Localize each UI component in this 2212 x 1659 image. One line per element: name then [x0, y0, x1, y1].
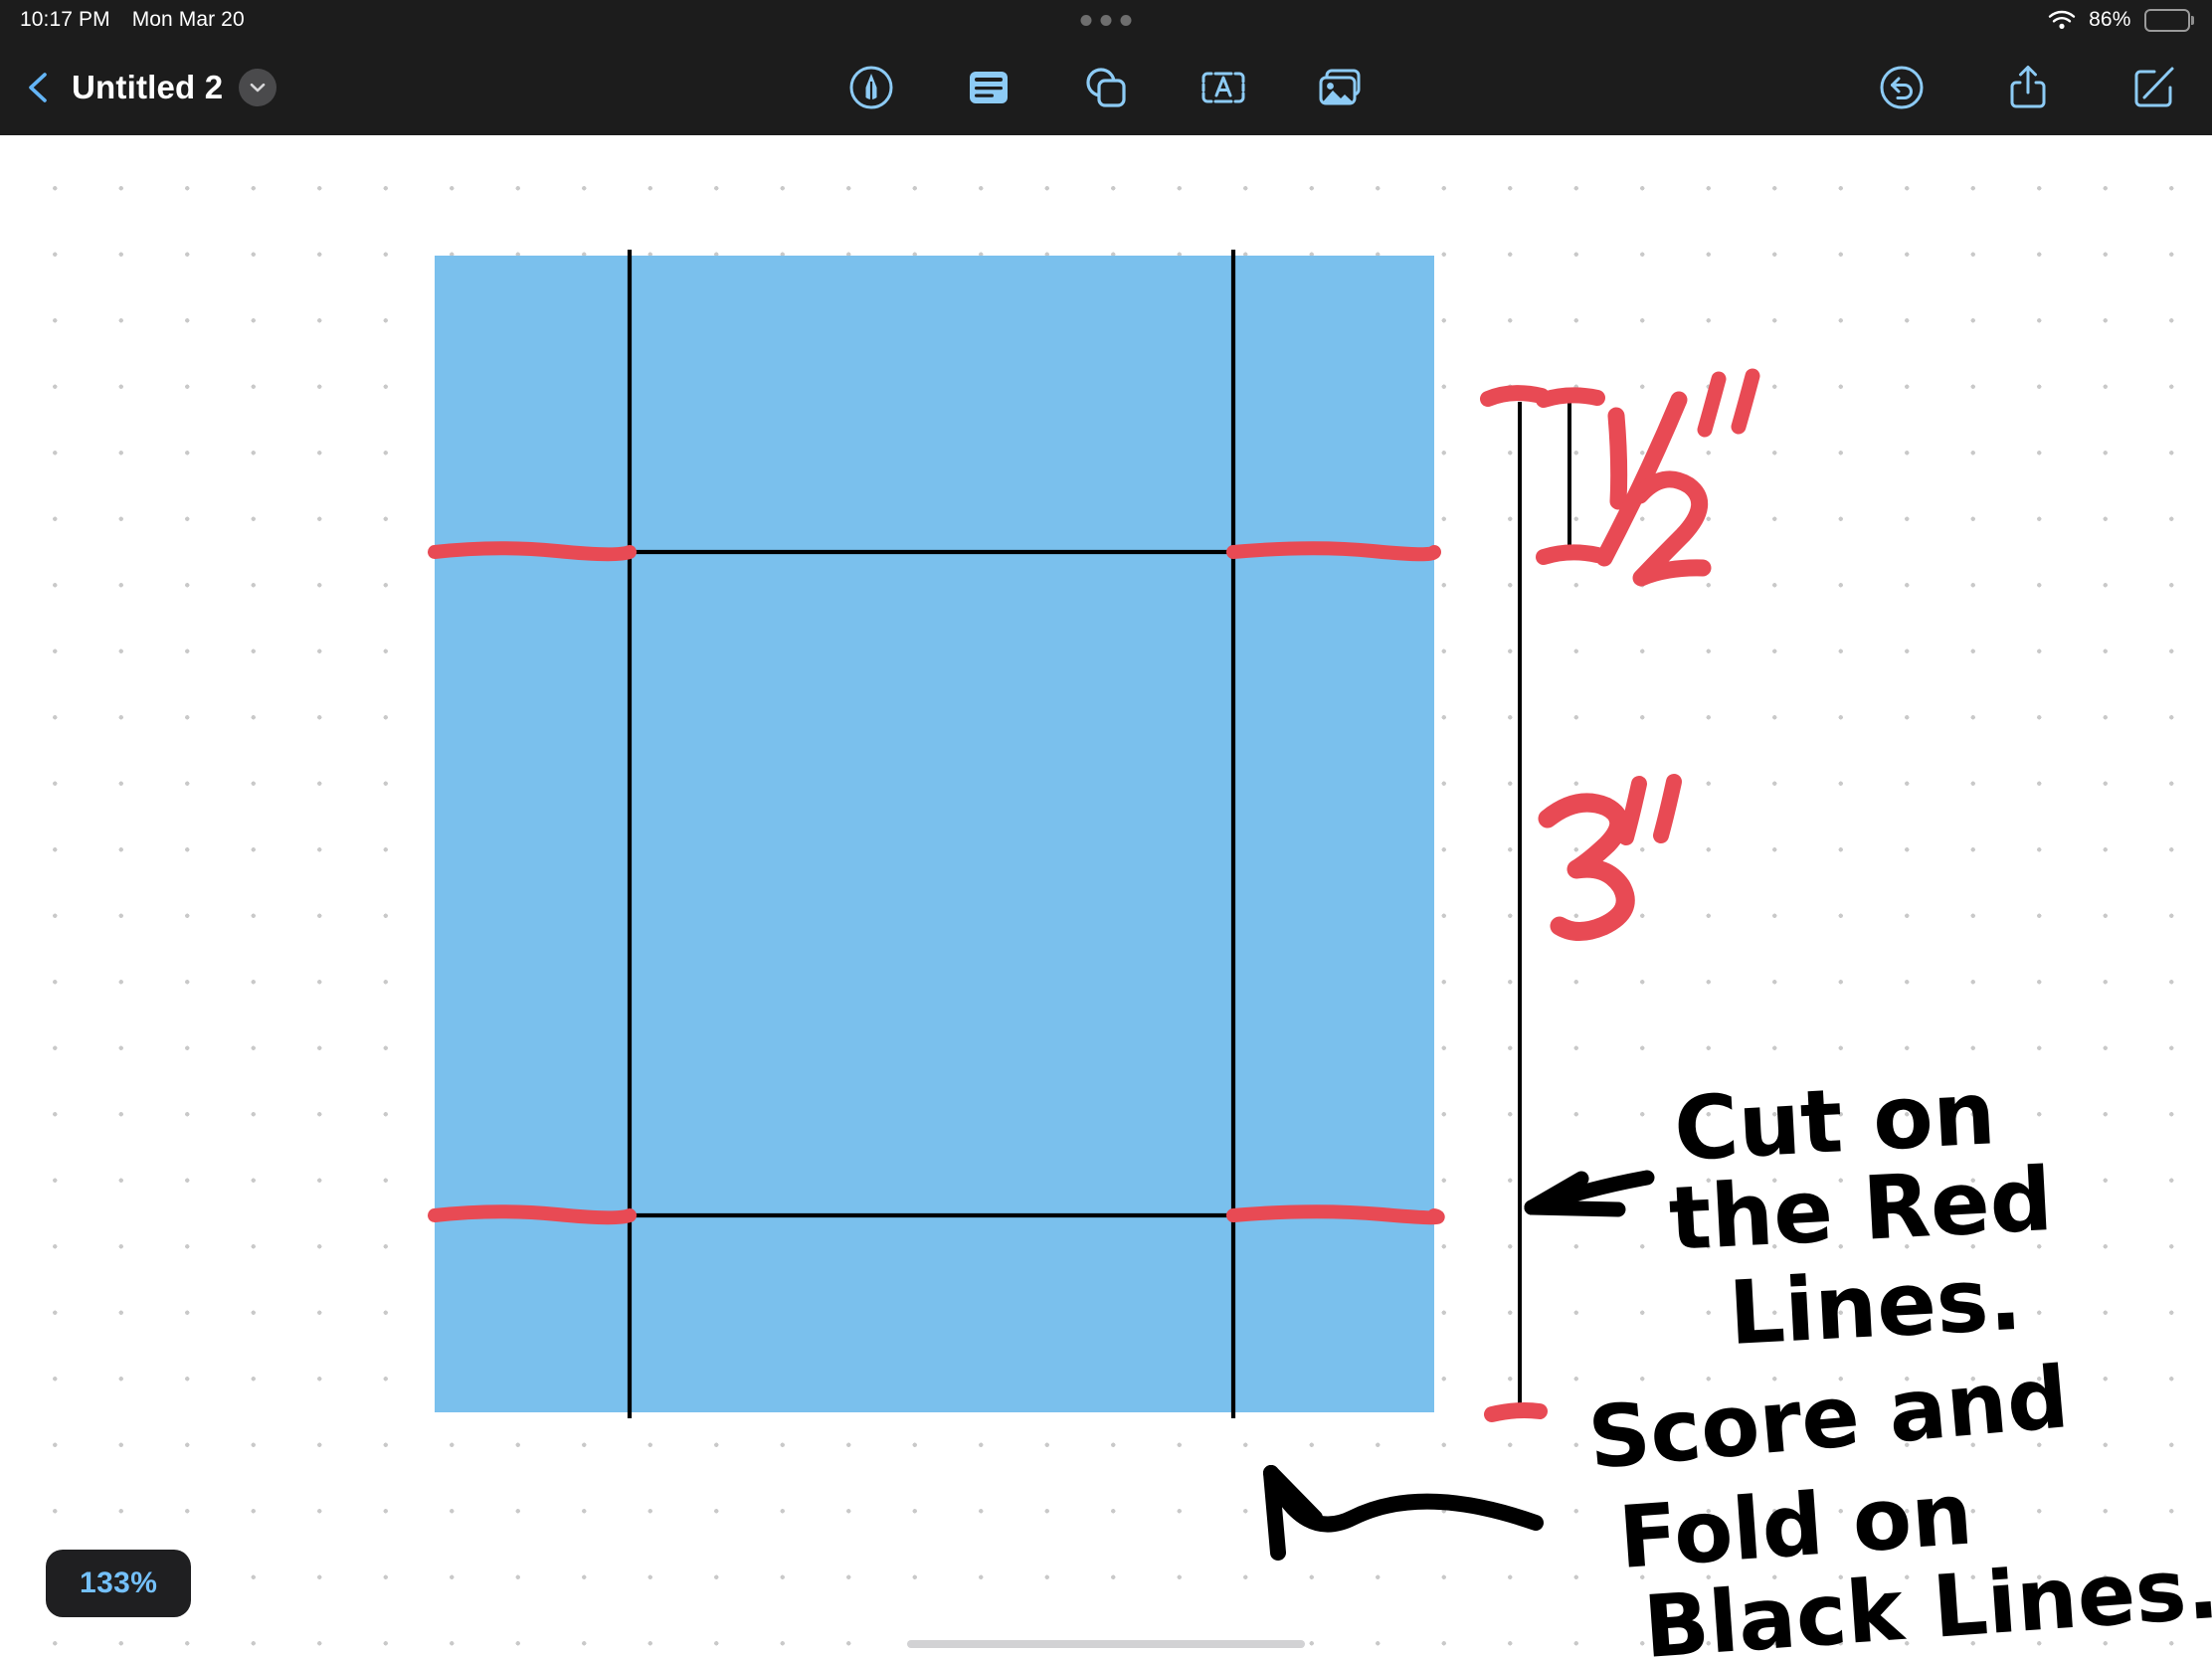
status-time: 10:17 PM [20, 8, 110, 31]
dimension-label-three-inch [1538, 774, 1682, 941]
dimension-tick-top-overall [1480, 385, 1550, 407]
share-button[interactable] [2002, 62, 2054, 113]
multitask-dot [1080, 14, 1092, 26]
nav-left-group: Untitled 2 [0, 69, 277, 106]
box-template-shape [435, 256, 1434, 1412]
note-score-fold-black-lines: Score and Fold on Black Lines. [1584, 1348, 2212, 1659]
media-tool[interactable] [1315, 62, 1367, 113]
draw-tool[interactable] [845, 62, 897, 113]
shapes-tool[interactable] [1080, 62, 1132, 113]
cut-line-top-left [428, 541, 637, 562]
text-tool[interactable] [1198, 62, 1249, 113]
back-chevron-icon[interactable] [22, 71, 56, 104]
battery-icon [2143, 8, 2194, 32]
pen-circle-icon [845, 62, 897, 113]
compose-pencil-icon [2128, 62, 2180, 113]
page-title[interactable]: Untitled 2 [72, 69, 223, 106]
tool-bar [845, 62, 1367, 113]
undo-button[interactable] [1876, 62, 1928, 113]
chevron-down-icon[interactable] [239, 69, 277, 106]
share-icon [2002, 62, 2054, 113]
navigation-bar: Untitled 2 [0, 40, 2212, 135]
cut-line-top-right [1226, 541, 1441, 562]
battery-percent-label: 86% [2089, 8, 2131, 31]
note-tool[interactable] [963, 62, 1014, 113]
compose-button[interactable] [2128, 62, 2180, 113]
text-box-a-icon [1198, 62, 1249, 113]
note-cut-line-3: Lines. [1727, 1247, 2024, 1365]
note-cut-on-red-lines: Cut on the Red Lines. [1667, 1061, 2055, 1365]
curved-arrow-up-left-icon [1263, 1465, 1544, 1561]
photos-icon [1315, 62, 1367, 113]
status-bar-right: 86% [2048, 8, 2194, 32]
artwork-layer: Cut on the Red Lines. Score and Fold on … [0, 135, 2212, 1659]
shapes-icon [1080, 62, 1132, 113]
home-indicator [907, 1640, 1305, 1648]
cut-line-bottom-right [1226, 1204, 1445, 1225]
dimension-tick-top-half [1536, 387, 1605, 408]
note-fold-line-1: Score and [1584, 1348, 2072, 1489]
status-bar-left: 10:17 PM Mon Mar 20 [0, 8, 245, 32]
status-date: Mon Mar 20 [131, 8, 245, 31]
dimension-tick-bottom-half [1536, 544, 1605, 565]
multitask-dot [1100, 14, 1112, 26]
arrow-left-icon [1524, 1170, 1655, 1217]
wifi-icon [2048, 10, 2076, 30]
drawing-canvas[interactable]: Cut on the Red Lines. Score and Fold on … [0, 135, 2212, 1659]
dimension-tick-bottom-overall [1484, 1402, 1548, 1422]
zoom-level-badge[interactable]: 133% [46, 1550, 192, 1617]
nav-actions-group [1876, 62, 2180, 113]
cut-line-bottom-left [428, 1204, 637, 1225]
multitask-dots-icon[interactable] [1080, 14, 1132, 26]
dimension-label-half-inch [1595, 368, 1760, 587]
undo-circle-icon [1876, 62, 1928, 113]
status-bar: 10:17 PM Mon Mar 20 86% [0, 0, 2212, 40]
multitask-dot [1120, 14, 1132, 26]
sticky-note-icon [963, 62, 1014, 113]
